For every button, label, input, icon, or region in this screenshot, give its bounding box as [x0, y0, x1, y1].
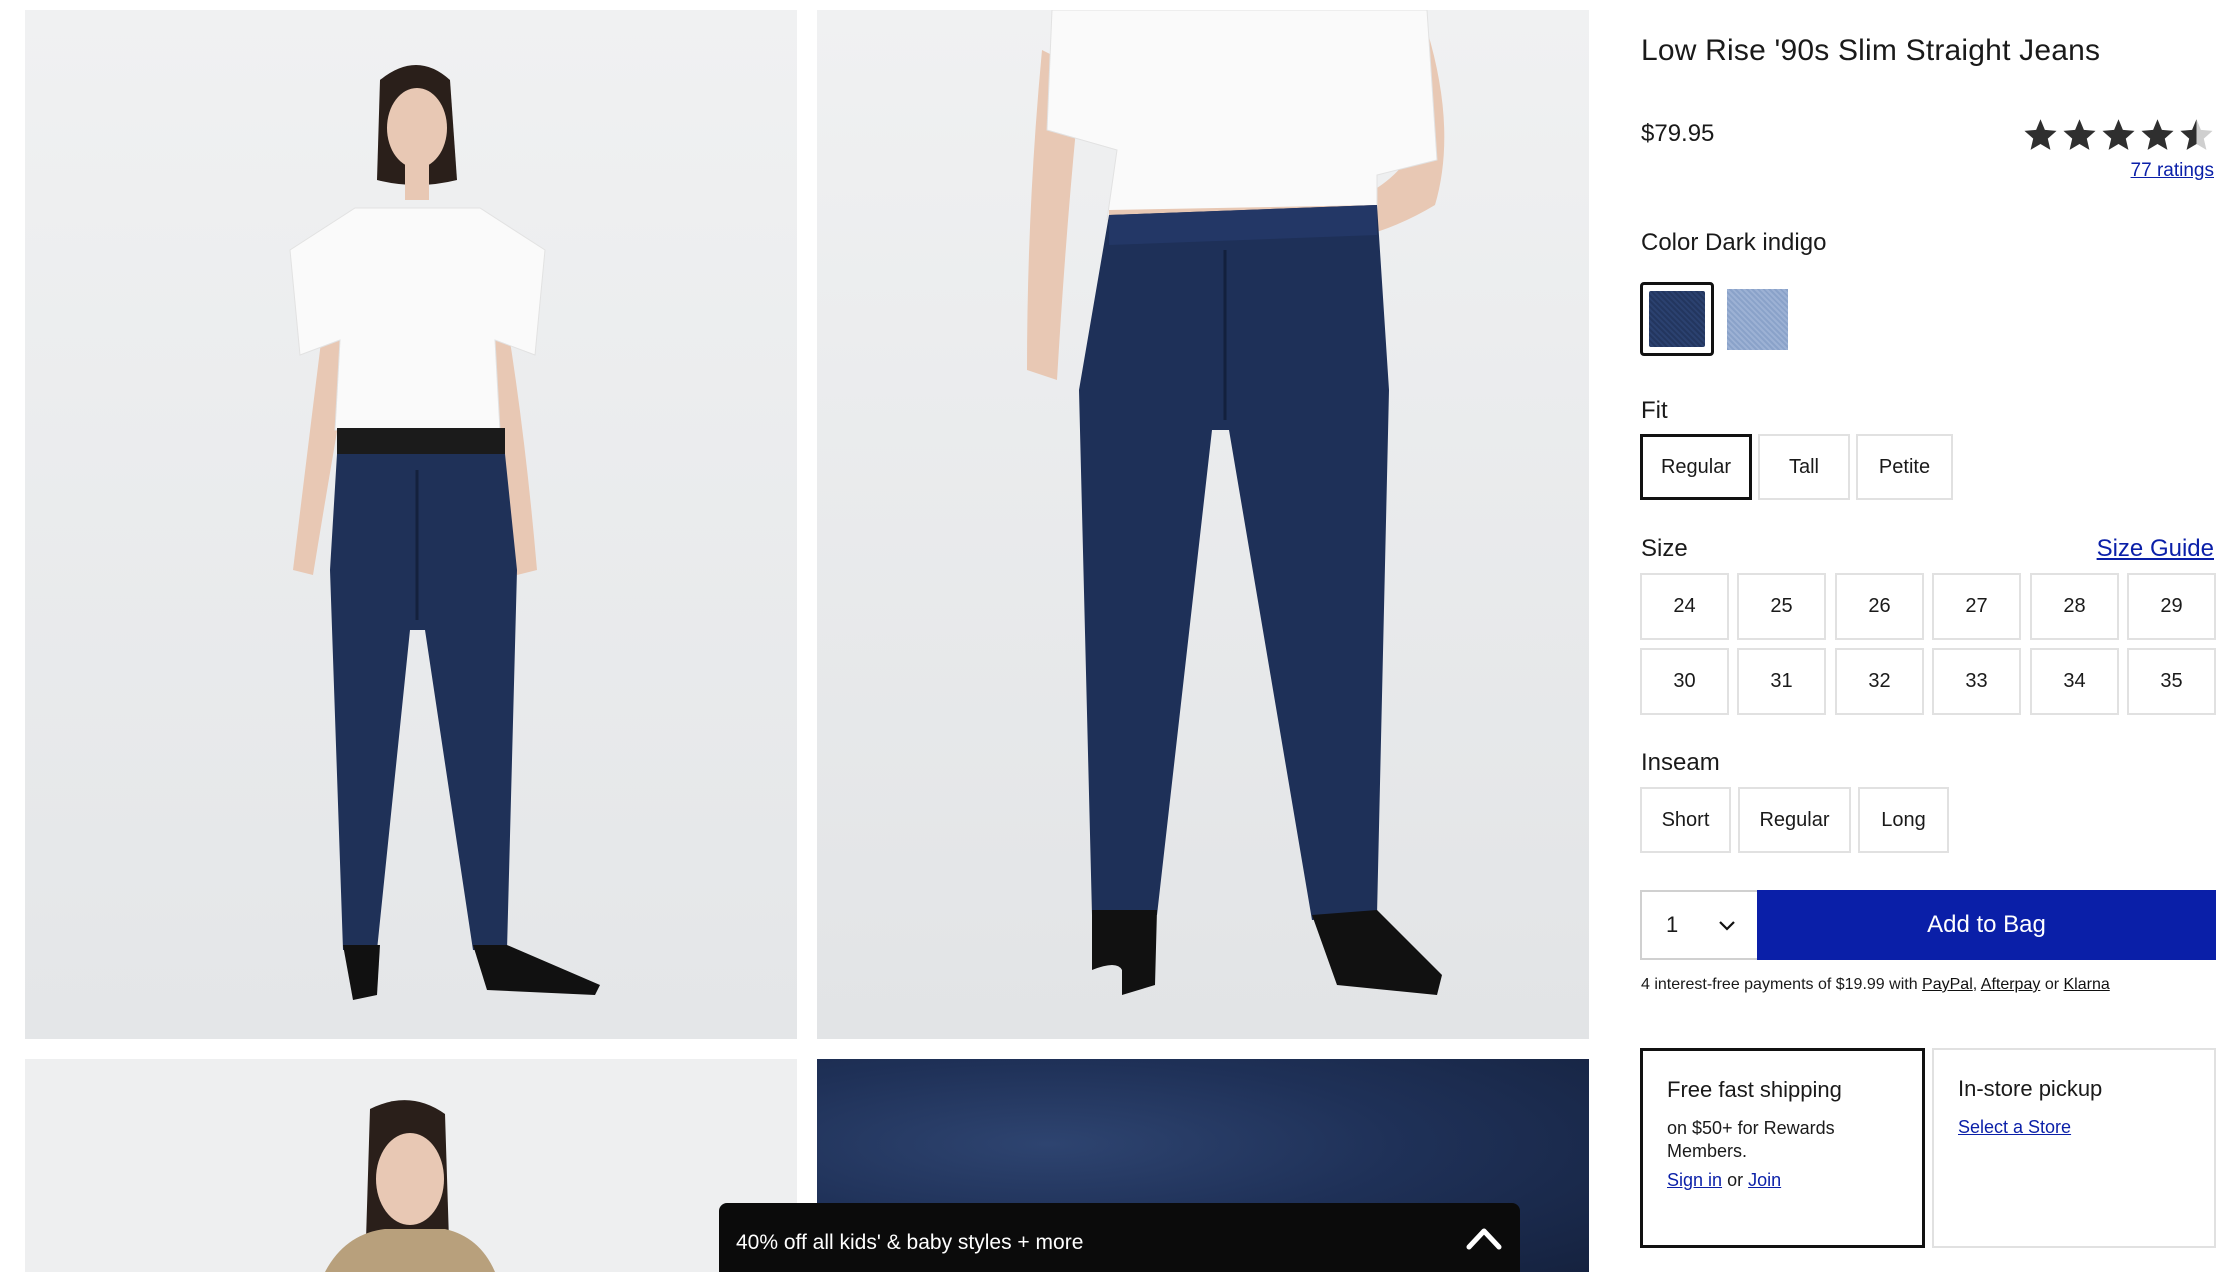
- product-price: $79.95: [1641, 120, 1715, 147]
- fit-tall[interactable]: Tall: [1758, 434, 1850, 500]
- shipping-body: on $50+ for Rewards Members.: [1667, 1118, 1835, 1161]
- promo-text: 40% off all kids' & baby styles + more: [736, 1231, 1084, 1254]
- quantity-select[interactable]: 1: [1640, 890, 1758, 960]
- payments-comma: ,: [1972, 976, 1978, 993]
- pickup-title: In-store pickup: [1958, 1076, 2103, 1101]
- product-image-2[interactable]: [817, 10, 1589, 1039]
- size-guide-link[interactable]: Size Guide: [2097, 535, 2214, 563]
- product-image-1[interactable]: [25, 10, 797, 1039]
- payments-or: or: [2044, 976, 2060, 993]
- fit-regular[interactable]: Regular: [1640, 434, 1752, 500]
- model-outerwear-illustration: [25, 1059, 797, 1272]
- shipping-title: Free fast shipping: [1667, 1077, 1842, 1102]
- shipping-or: or: [1727, 1170, 1744, 1190]
- size-33[interactable]: 33: [1932, 648, 2021, 715]
- pickup-option-card[interactable]: In-store pickup Select a Store: [1932, 1048, 2216, 1248]
- promo-banner[interactable]: 40% off all kids' & baby styles + more: [719, 1203, 1520, 1272]
- size-25[interactable]: 25: [1737, 573, 1826, 640]
- size-29[interactable]: 29: [2127, 573, 2216, 640]
- color-label-text: Color: [1641, 229, 1699, 256]
- sign-in-link[interactable]: Sign in: [1667, 1170, 1722, 1190]
- payments-prefix: 4 interest-free payments of $19.99 with: [1641, 976, 1918, 993]
- afterpay-link[interactable]: Afterpay: [1981, 976, 2041, 993]
- size-24[interactable]: 24: [1640, 573, 1729, 640]
- product-title: Low Rise '90s Slim Straight Jeans: [1641, 34, 2101, 67]
- swatch-dark-indigo-fill: [1649, 291, 1705, 347]
- size-34[interactable]: 34: [2030, 648, 2119, 715]
- product-details-panel: Low Rise '90s Slim Straight Jeans $79.95…: [1640, 0, 2216, 1272]
- fit-petite[interactable]: Petite: [1856, 434, 1953, 500]
- size-32[interactable]: 32: [1835, 648, 1924, 715]
- size-30[interactable]: 30: [1640, 648, 1729, 715]
- size-28[interactable]: 28: [2030, 573, 2119, 640]
- chevron-up-icon[interactable]: [1466, 1225, 1502, 1251]
- model-waist-illustration: [817, 10, 1589, 1039]
- inseam-short[interactable]: Short: [1640, 787, 1731, 853]
- star-icon: [2141, 119, 2174, 150]
- size-35[interactable]: 35: [2127, 648, 2216, 715]
- select-store-link[interactable]: Select a Store: [1958, 1117, 2071, 1137]
- paypal-link[interactable]: PayPal: [1922, 976, 1973, 993]
- swatch-dark-indigo[interactable]: [1640, 282, 1714, 356]
- product-image-3[interactable]: [25, 1059, 797, 1272]
- color-selected-name: Dark indigo: [1705, 229, 1827, 256]
- star-icon: [2102, 119, 2135, 150]
- rating-stars[interactable]: [2023, 117, 2214, 152]
- size-26[interactable]: 26: [1835, 573, 1924, 640]
- color-label: Color Dark indigo: [1641, 229, 1826, 257]
- add-to-bag-button[interactable]: Add to Bag: [1757, 890, 2216, 960]
- inseam-long[interactable]: Long: [1858, 787, 1949, 853]
- swatch-light-wash[interactable]: [1727, 289, 1788, 350]
- size-label: Size: [1641, 535, 1688, 562]
- quantity-value: 1: [1666, 912, 1679, 937]
- star-half-icon: [2180, 119, 2213, 150]
- inseam-regular[interactable]: Regular: [1738, 787, 1851, 853]
- payment-options-text: 4 interest-free payments of $19.99 with …: [1641, 976, 2110, 994]
- chevron-down-icon: [1719, 921, 1735, 931]
- size-27[interactable]: 27: [1932, 573, 2021, 640]
- star-icon: [2063, 119, 2096, 150]
- inseam-label: Inseam: [1641, 749, 1720, 776]
- star-icon: [2024, 119, 2057, 150]
- join-link[interactable]: Join: [1748, 1170, 1781, 1190]
- ratings-link[interactable]: 77 ratings: [2131, 160, 2214, 182]
- shipping-option-card[interactable]: Free fast shipping on $50+ for Rewards M…: [1640, 1048, 1925, 1248]
- model-front-illustration: [25, 10, 797, 1039]
- size-31[interactable]: 31: [1737, 648, 1826, 715]
- klarna-link[interactable]: Klarna: [2064, 976, 2110, 993]
- fit-label: Fit: [1641, 397, 1668, 424]
- shipping-auth-links: Sign in or Join: [1667, 1169, 1898, 1192]
